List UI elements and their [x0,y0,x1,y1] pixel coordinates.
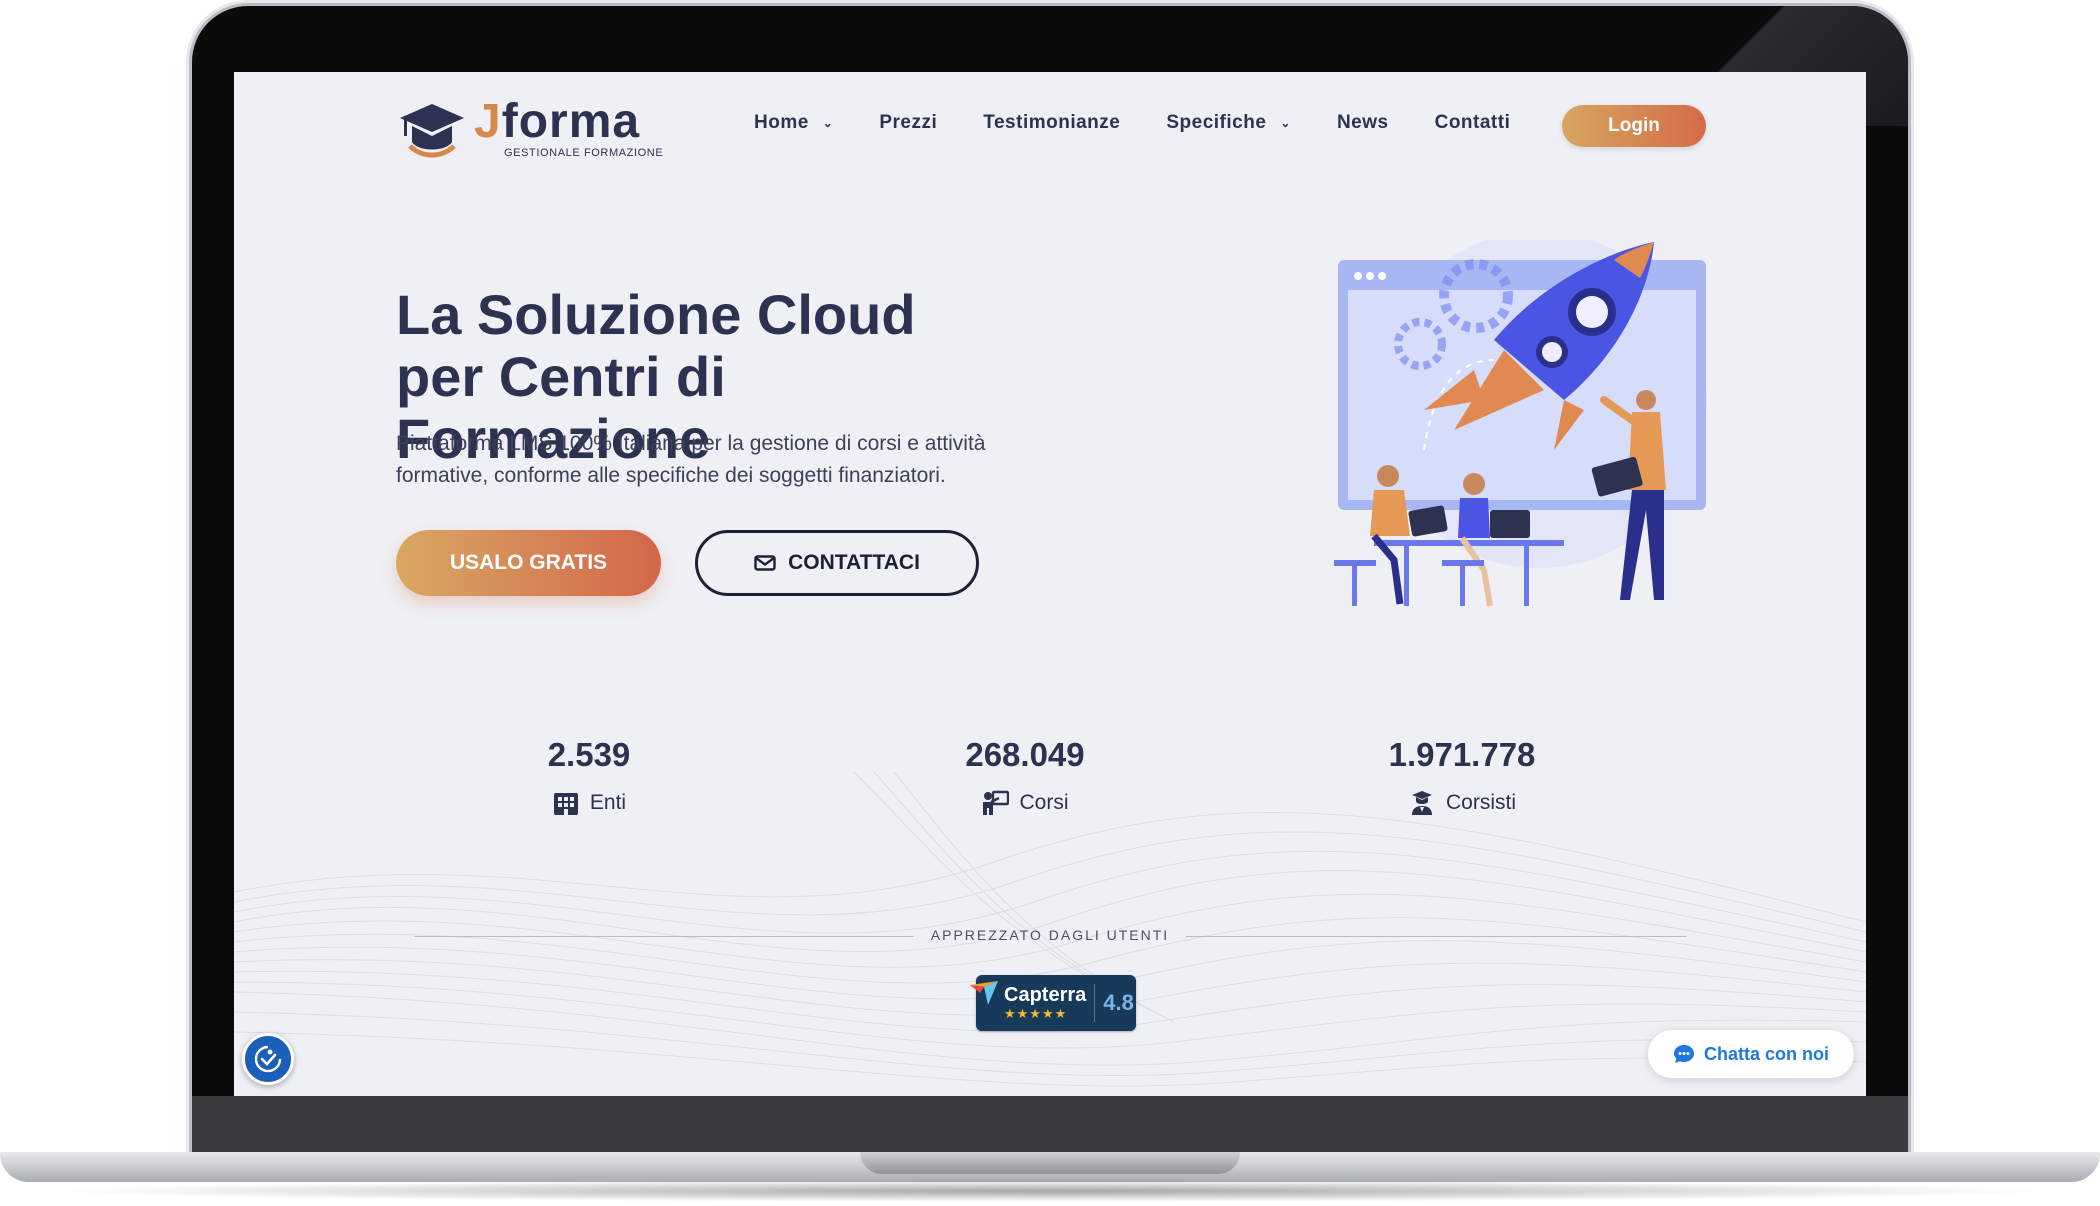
building-icon [553,793,578,815]
nav-item-contatti[interactable]: Contatti [1435,112,1511,134]
main-nav: Home ⌄ Prezzi Testimonianze Specifiche ⌄ N… [754,112,1556,134]
brand-tagline: GESTIONALE FORMAZIONE [504,146,664,159]
rating-stars: ★★★★★ [1004,1006,1068,1021]
brand-name-accent: J [474,94,502,148]
capterra-badge[interactable]: Capterra ★★★★★ 4.8 [970,975,1136,1031]
nav-item-specifiche[interactable]: Specifiche ⌄ [1166,112,1291,134]
contact-us-button[interactable]: CONTATTACI [695,530,979,596]
nav-item-testimonianze[interactable]: Testimonianze [983,112,1120,134]
chevron-down-icon: ⌄ [822,116,834,130]
stat-corsi: 268.049 Corsi [895,736,1155,816]
stat-value: 1.971.778 [1388,736,1536,773]
hero-subtitle: Piattaforma LMS 100% Italiana per la ges… [396,432,986,487]
stat-value: 2.539 [547,736,631,773]
stat-corsisti: 1.971.778 Corsisti [1332,736,1592,816]
laptop-bezel [192,1096,1908,1152]
stat-enti: 2.539 Enti [459,736,719,816]
accessibility-button[interactable] [242,1033,294,1085]
teacher-board-icon [983,790,1010,815]
rated-caption: APPREZZATO DAGLI UTENTI [930,927,1170,943]
rating-score: 4.8 [1103,990,1134,1015]
envelope-icon [754,555,776,571]
nav-item-home[interactable]: Home ⌄ [754,112,833,134]
stat-label: Corsisti [1445,791,1516,814]
nav-item-prezzi[interactable]: Prezzi [879,112,937,134]
stat-label: Enti [589,791,627,814]
try-free-button[interactable]: USALO GRATIS [396,530,661,596]
divider [414,936,914,937]
rocket-team-illustration [1334,240,1707,607]
browser-screen: Jforma GESTIONALE FORMAZIONE Home ⌄ Prezz… [234,72,1866,1096]
brand-logo[interactable]: Jforma GESTIONALE FORMAZIONE [396,96,663,160]
brand-name: forma [501,94,641,148]
stat-label: Corsi [1019,791,1069,814]
chat-label: Chatta con noi [1704,1043,1829,1064]
chevron-down-icon: ⌄ [1280,116,1291,130]
login-button[interactable]: Login [1562,105,1706,147]
chat-bubble-icon [1674,1045,1694,1063]
accessibility-icon [254,1045,282,1073]
nav-item-news[interactable]: News [1337,112,1389,134]
capterra-name: Capterra [1004,984,1087,1006]
stat-value: 268.049 [965,736,1085,773]
divider [1186,936,1686,937]
chat-button[interactable]: Chatta con noi [1648,1030,1854,1078]
capterra-arrow-icon [970,981,998,1005]
graduation-cap-icon [400,104,464,158]
graduate-user-icon [1411,791,1432,815]
